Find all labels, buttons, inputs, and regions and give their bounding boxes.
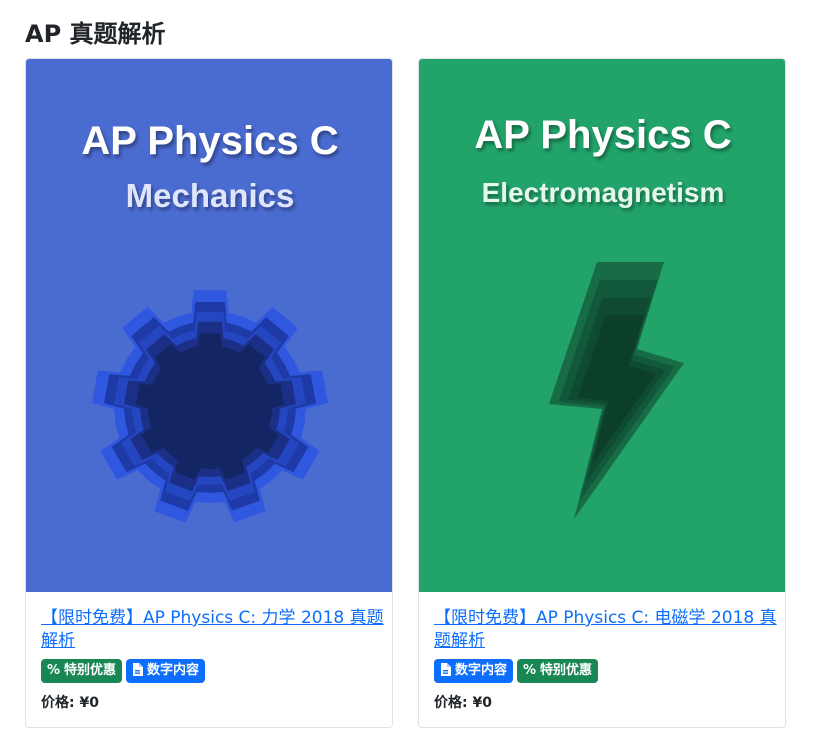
cover-image-electromagnetism[interactable]: AP Physics C Electromagnetism <box>419 59 785 592</box>
percent-icon: % <box>47 663 61 678</box>
document-icon <box>133 663 144 676</box>
badge-digital-content: 数字内容 <box>126 659 206 683</box>
badge-label: 数字内容 <box>147 663 200 678</box>
product-card-electromagnetism: AP Physics C Electromagnetism 【限时免费】AP P… <box>418 58 786 728</box>
cover-subtitle: Electromagnetism <box>481 177 725 208</box>
product-title-link[interactable]: 【限时免费】AP Physics C: 电磁学 2018 真题解析 <box>434 607 779 653</box>
card-body: 【限时免费】AP Physics C: 电磁学 2018 真题解析 数字内容% 特… <box>434 607 779 712</box>
badge-row: 数字内容% 特别优惠 <box>434 659 779 683</box>
document-icon <box>441 663 451 676</box>
cover-title: AP Physics C <box>474 113 732 157</box>
badge-special-offer: % 特别优惠 <box>41 659 123 683</box>
price-label: 价格: ¥0 <box>434 695 492 711</box>
card-body: 【限时免费】AP Physics C: 力学 2018 真题解析 % 特别优惠 数字… <box>41 607 386 712</box>
cover-title: AP Physics C <box>81 119 339 163</box>
cover-image-mechanics[interactable]: AP Physics C Mechanics <box>26 59 392 592</box>
badge-special-offer: % 特别优惠 <box>517 659 599 683</box>
badge-label: 特别优惠 <box>540 663 593 678</box>
badge-label: 特别优惠 <box>64 663 117 678</box>
badge-digital-content: 数字内容 <box>434 659 514 683</box>
cover-subtitle: Mechanics <box>125 177 295 214</box>
badge-label: 数字内容 <box>455 663 508 678</box>
price-label: 价格: ¥0 <box>41 695 99 711</box>
product-card-mechanics: AP Physics C Mechanics 【限时免费】AP Physics … <box>25 58 393 728</box>
badge-row: % 特别优惠 数字内容 <box>41 659 386 683</box>
product-title-link[interactable]: 【限时免费】AP Physics C: 力学 2018 真题解析 <box>41 607 386 653</box>
percent-icon: % <box>523 663 537 678</box>
section-title: AP 真题解析 <box>25 20 166 48</box>
